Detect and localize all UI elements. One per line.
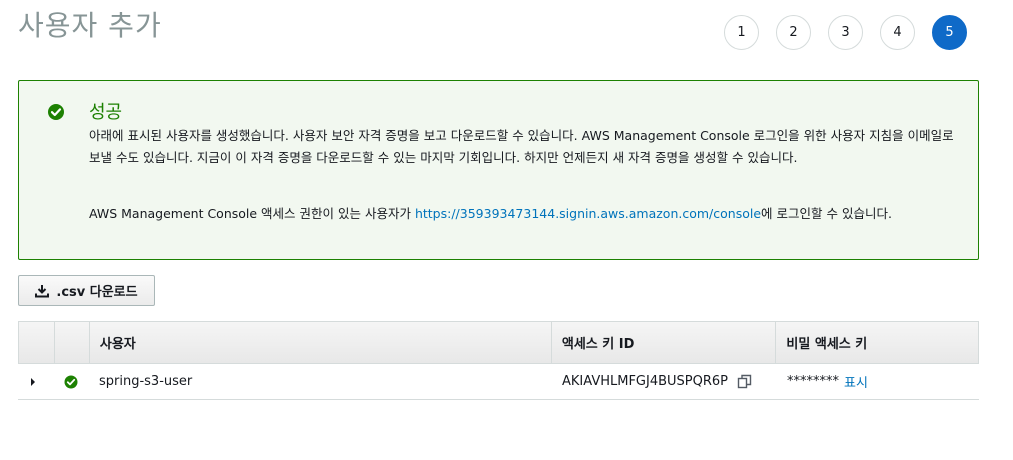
row-expander[interactable] bbox=[18, 364, 54, 399]
check-circle-icon bbox=[48, 104, 64, 120]
copy-icon[interactable] bbox=[737, 374, 752, 389]
table-row: spring-s3-user AKIAVHLMFGJ4BUSPQR6P ****… bbox=[18, 364, 979, 400]
step-5[interactable]: 5 bbox=[932, 15, 967, 50]
console-login-link[interactable]: https://359393473144.signin.aws.amazon.c… bbox=[415, 206, 761, 221]
wizard-steps: 1 2 3 4 5 bbox=[724, 15, 984, 50]
show-secret-link[interactable]: 표시 bbox=[844, 372, 868, 391]
cell-secret-key: ******** 표시 bbox=[777, 364, 979, 399]
secret-masked-value: ******** bbox=[787, 374, 839, 389]
header-status-col bbox=[55, 322, 90, 363]
header-access-key-id[interactable]: 액세스 키 ID bbox=[552, 322, 777, 363]
download-csv-button[interactable]: .csv 다운로드 bbox=[18, 275, 155, 306]
table-header: 사용자 액세스 키 ID 비밀 액세스 키 bbox=[18, 321, 979, 364]
step-2[interactable]: 2 bbox=[776, 15, 811, 50]
header-user[interactable]: 사용자 bbox=[90, 322, 552, 363]
check-circle-icon bbox=[64, 375, 78, 388]
login-prefix: AWS Management Console 액세스 권한이 있는 사용자가 bbox=[89, 206, 415, 221]
user-credentials-table: 사용자 액세스 키 ID 비밀 액세스 키 spring-s3-user AKI… bbox=[18, 321, 979, 400]
step-4[interactable]: 4 bbox=[880, 15, 915, 50]
alert-login-info: AWS Management Console 액세스 권한이 있는 사용자가 h… bbox=[89, 203, 969, 225]
header-expand-col bbox=[19, 322, 55, 363]
row-status bbox=[54, 364, 89, 399]
access-key-id-value: AKIAVHLMFGJ4BUSPQR6P bbox=[562, 374, 728, 389]
download-csv-label: .csv 다운로드 bbox=[56, 285, 138, 300]
caret-right-icon[interactable] bbox=[28, 377, 38, 387]
step-3[interactable]: 3 bbox=[828, 15, 863, 50]
cell-access-key-id: AKIAVHLMFGJ4BUSPQR6P bbox=[552, 364, 777, 399]
cell-user: spring-s3-user bbox=[99, 374, 193, 389]
success-alert: 성공 아래에 표시된 사용자를 생성했습니다. 사용자 보안 자격 증명을 보고… bbox=[18, 80, 979, 260]
page-title: 사용자 추가 bbox=[18, 9, 162, 42]
header-secret-key[interactable]: 비밀 액세스 키 bbox=[776, 322, 978, 363]
step-1[interactable]: 1 bbox=[724, 15, 759, 50]
alert-title: 성공 bbox=[89, 102, 123, 123]
login-suffix: 에 로그인할 수 있습니다. bbox=[761, 206, 892, 221]
download-icon bbox=[35, 284, 50, 297]
alert-message: 아래에 표시된 사용자를 생성했습니다. 사용자 보안 자격 증명을 보고 다운… bbox=[89, 128, 954, 165]
